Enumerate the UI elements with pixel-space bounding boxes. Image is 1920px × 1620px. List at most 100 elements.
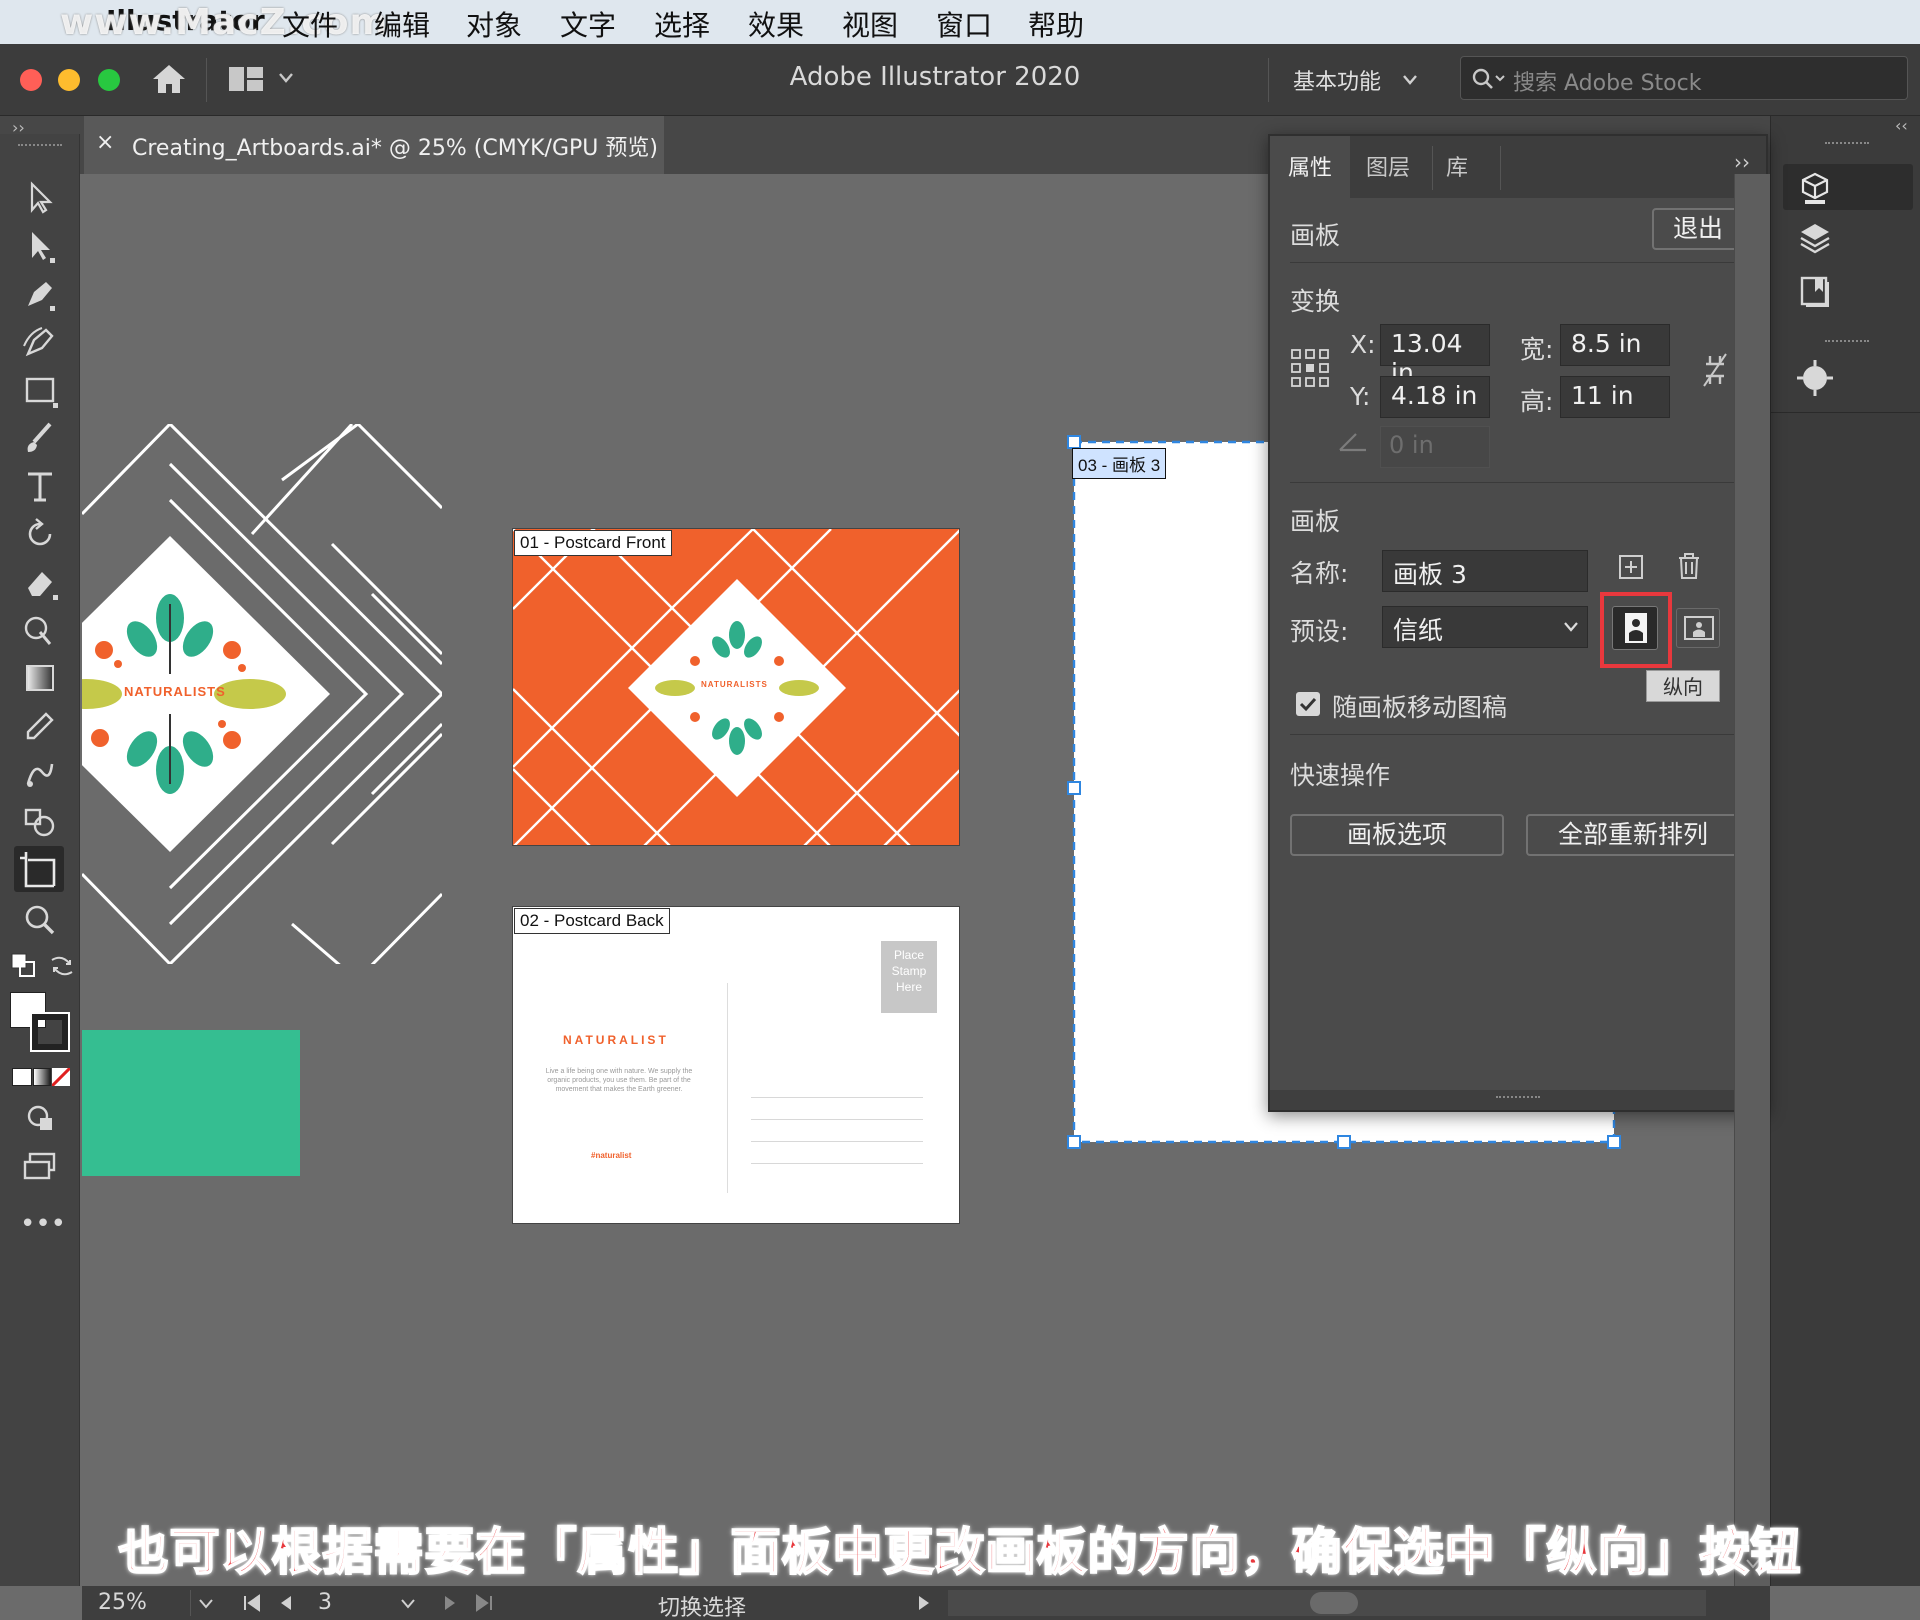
puppet-warp-tool-icon[interactable] <box>20 754 60 794</box>
paintbrush-tool-icon[interactable] <box>20 418 60 458</box>
menu-bar: Illustrator www.MacZ.com 文件 编辑 对象 文字 选择 … <box>0 0 1920 44</box>
panel-grip[interactable] <box>1825 142 1869 148</box>
draw-mode-icon[interactable] <box>20 1098 60 1138</box>
portrait-tooltip: 纵向 <box>1646 670 1720 702</box>
menu-edit[interactable]: 编辑 <box>374 4 430 44</box>
status-menu-icon[interactable] <box>916 1594 932 1612</box>
artboard-label-2[interactable]: 02 - Postcard Back <box>514 908 670 934</box>
new-artboard-icon[interactable] <box>1618 554 1644 580</box>
first-artboard-icon[interactable] <box>242 1594 262 1612</box>
panel-grip[interactable] <box>18 144 62 150</box>
tab-layers[interactable]: 图层 <box>1366 150 1410 182</box>
more-tools-icon[interactable]: ••• <box>20 1204 66 1244</box>
constrain-proportions-icon[interactable] <box>1700 352 1730 388</box>
artboard-name-input[interactable]: 画板 3 <box>1382 550 1588 592</box>
default-colors-icon[interactable] <box>10 952 40 982</box>
panel-grip[interactable] <box>1825 340 1869 346</box>
menu-window[interactable]: 窗口 <box>936 4 992 44</box>
width-label: 宽: <box>1520 335 1554 364</box>
artboard-postcard-back[interactable]: Place Stamp Here NATURALIST Live a life … <box>512 906 960 1224</box>
menu-view[interactable]: 视图 <box>842 4 898 44</box>
screen-mode-icon[interactable] <box>20 1146 60 1186</box>
menu-effect[interactable]: 效果 <box>748 4 804 44</box>
pen-tool-icon[interactable] <box>20 274 60 314</box>
artboard-label-1[interactable]: 01 - Postcard Front <box>514 530 672 556</box>
artboard-options-button[interactable]: 画板选项 <box>1290 814 1504 856</box>
type-tool-icon[interactable] <box>20 466 60 506</box>
portrait-button[interactable] <box>1612 606 1658 650</box>
gradient-mode-button[interactable] <box>33 1068 51 1086</box>
reference-point-icon[interactable] <box>1290 348 1330 388</box>
chevron-down-icon[interactable] <box>1402 74 1418 86</box>
artboard-postcard-front[interactable]: NATURALISTS <box>512 528 960 846</box>
properties-dock-button[interactable] <box>1783 164 1913 210</box>
checkmark-icon <box>1299 697 1317 712</box>
artboard-label-3[interactable]: 03 - 画板 3 <box>1072 448 1167 479</box>
landscape-button[interactable] <box>1676 608 1720 648</box>
none-mode-icon[interactable] <box>52 1068 70 1086</box>
preset-select[interactable]: 信纸 <box>1382 606 1588 648</box>
menu-type[interactable]: 文字 <box>560 4 616 44</box>
height-label: 高: <box>1520 387 1554 416</box>
height-input[interactable]: 11 in <box>1560 376 1670 418</box>
zoom-dropdown-icon[interactable] <box>198 1598 214 1610</box>
zoom-tool-icon[interactable] <box>20 900 60 940</box>
postcard-back-body: Live a life being one with nature. We su… <box>545 1068 693 1093</box>
stroke-swatch[interactable] <box>30 1012 70 1052</box>
y-input[interactable]: 4.18 in <box>1380 376 1490 418</box>
stock-search-input[interactable]: 搜索 Adobe Stock <box>1460 56 1908 100</box>
panel-dock: ‹‹ <box>1770 116 1920 1586</box>
curvature-tool-icon[interactable] <box>20 322 60 362</box>
horizontal-scrollbar[interactable] <box>948 1590 1706 1616</box>
zoom-level[interactable]: 25% <box>98 1590 147 1615</box>
swap-colors-icon[interactable] <box>48 952 76 980</box>
menu-help[interactable]: 帮助 <box>1028 4 1084 44</box>
watermark-text: www.MacZ.com <box>60 2 388 43</box>
artboard-dropdown-icon[interactable] <box>400 1598 416 1610</box>
panel-menu-icon[interactable]: ›› <box>1734 150 1750 174</box>
document-tab-label: Creating_Artboards.ai* @ 25% (CMYK/GPU 预… <box>132 136 658 161</box>
selection-tool-icon[interactable] <box>20 178 60 218</box>
rectangle-tool-icon[interactable] <box>20 370 60 410</box>
rearrange-all-button[interactable]: 全部重新排列 <box>1526 814 1740 856</box>
delete-artboard-icon[interactable] <box>1676 552 1702 580</box>
next-artboard-icon[interactable] <box>442 1594 458 1612</box>
rotate-tool-icon[interactable] <box>20 514 60 554</box>
teal-shape[interactable] <box>82 1030 300 1176</box>
vertical-scrollbar[interactable] <box>1734 174 1770 1586</box>
document-tab[interactable]: × Creating_Artboards.ai* @ 25% (CMYK/GPU… <box>84 116 664 174</box>
collapse-dock-icon[interactable]: ‹‹ <box>1895 116 1908 135</box>
stamp-line-3: Here <box>895 980 922 994</box>
menu-object[interactable]: 对象 <box>466 4 522 44</box>
menu-select[interactable]: 选择 <box>654 4 710 44</box>
artboard-number-input[interactable]: 3 <box>318 1590 332 1615</box>
width-input[interactable]: 8.5 in <box>1560 324 1670 366</box>
x-input[interactable]: 13.04 in <box>1380 324 1490 387</box>
symbol-sprayer-tool-icon[interactable] <box>20 802 60 842</box>
eyedropper-tool-icon[interactable] <box>20 706 60 746</box>
shape-builder-tool-icon[interactable] <box>20 610 60 650</box>
status-mode[interactable]: 切换选择 <box>658 1590 746 1620</box>
scroll-thumb[interactable] <box>1310 1592 1358 1614</box>
last-artboard-icon[interactable] <box>474 1594 494 1612</box>
move-artwork-checkbox[interactable] <box>1296 692 1320 716</box>
previous-artboard-icon[interactable] <box>278 1594 294 1612</box>
color-mode-button[interactable] <box>12 1068 32 1086</box>
color-guide-icon[interactable] <box>1795 358 1835 398</box>
workspace-switcher[interactable]: 基本功能 <box>1293 64 1381 96</box>
layers-icon[interactable] <box>1797 220 1833 256</box>
eraser-tool-icon[interactable] <box>20 562 60 602</box>
gradient-tool-icon[interactable] <box>20 658 60 698</box>
angle-input[interactable]: 0 in <box>1380 426 1490 468</box>
libraries-icon[interactable] <box>1797 274 1833 310</box>
direct-selection-tool-icon[interactable] <box>20 226 60 266</box>
section-divider <box>1290 262 1746 263</box>
tab-properties[interactable]: 属性 <box>1270 136 1351 198</box>
tutorial-caption: 也可以根据需要在「属性」面板中更改画板的方向，确保选中「纵向」按钮 <box>118 1522 1802 1582</box>
artboard-tool-button[interactable] <box>14 846 64 892</box>
panel-resize-bar[interactable] <box>1270 1090 1766 1110</box>
exit-button[interactable]: 退出 <box>1652 208 1744 250</box>
tab-libraries[interactable]: 库 <box>1446 150 1468 182</box>
close-tab-icon[interactable]: × <box>96 130 114 155</box>
menu-file[interactable]: 文件 <box>282 4 338 44</box>
